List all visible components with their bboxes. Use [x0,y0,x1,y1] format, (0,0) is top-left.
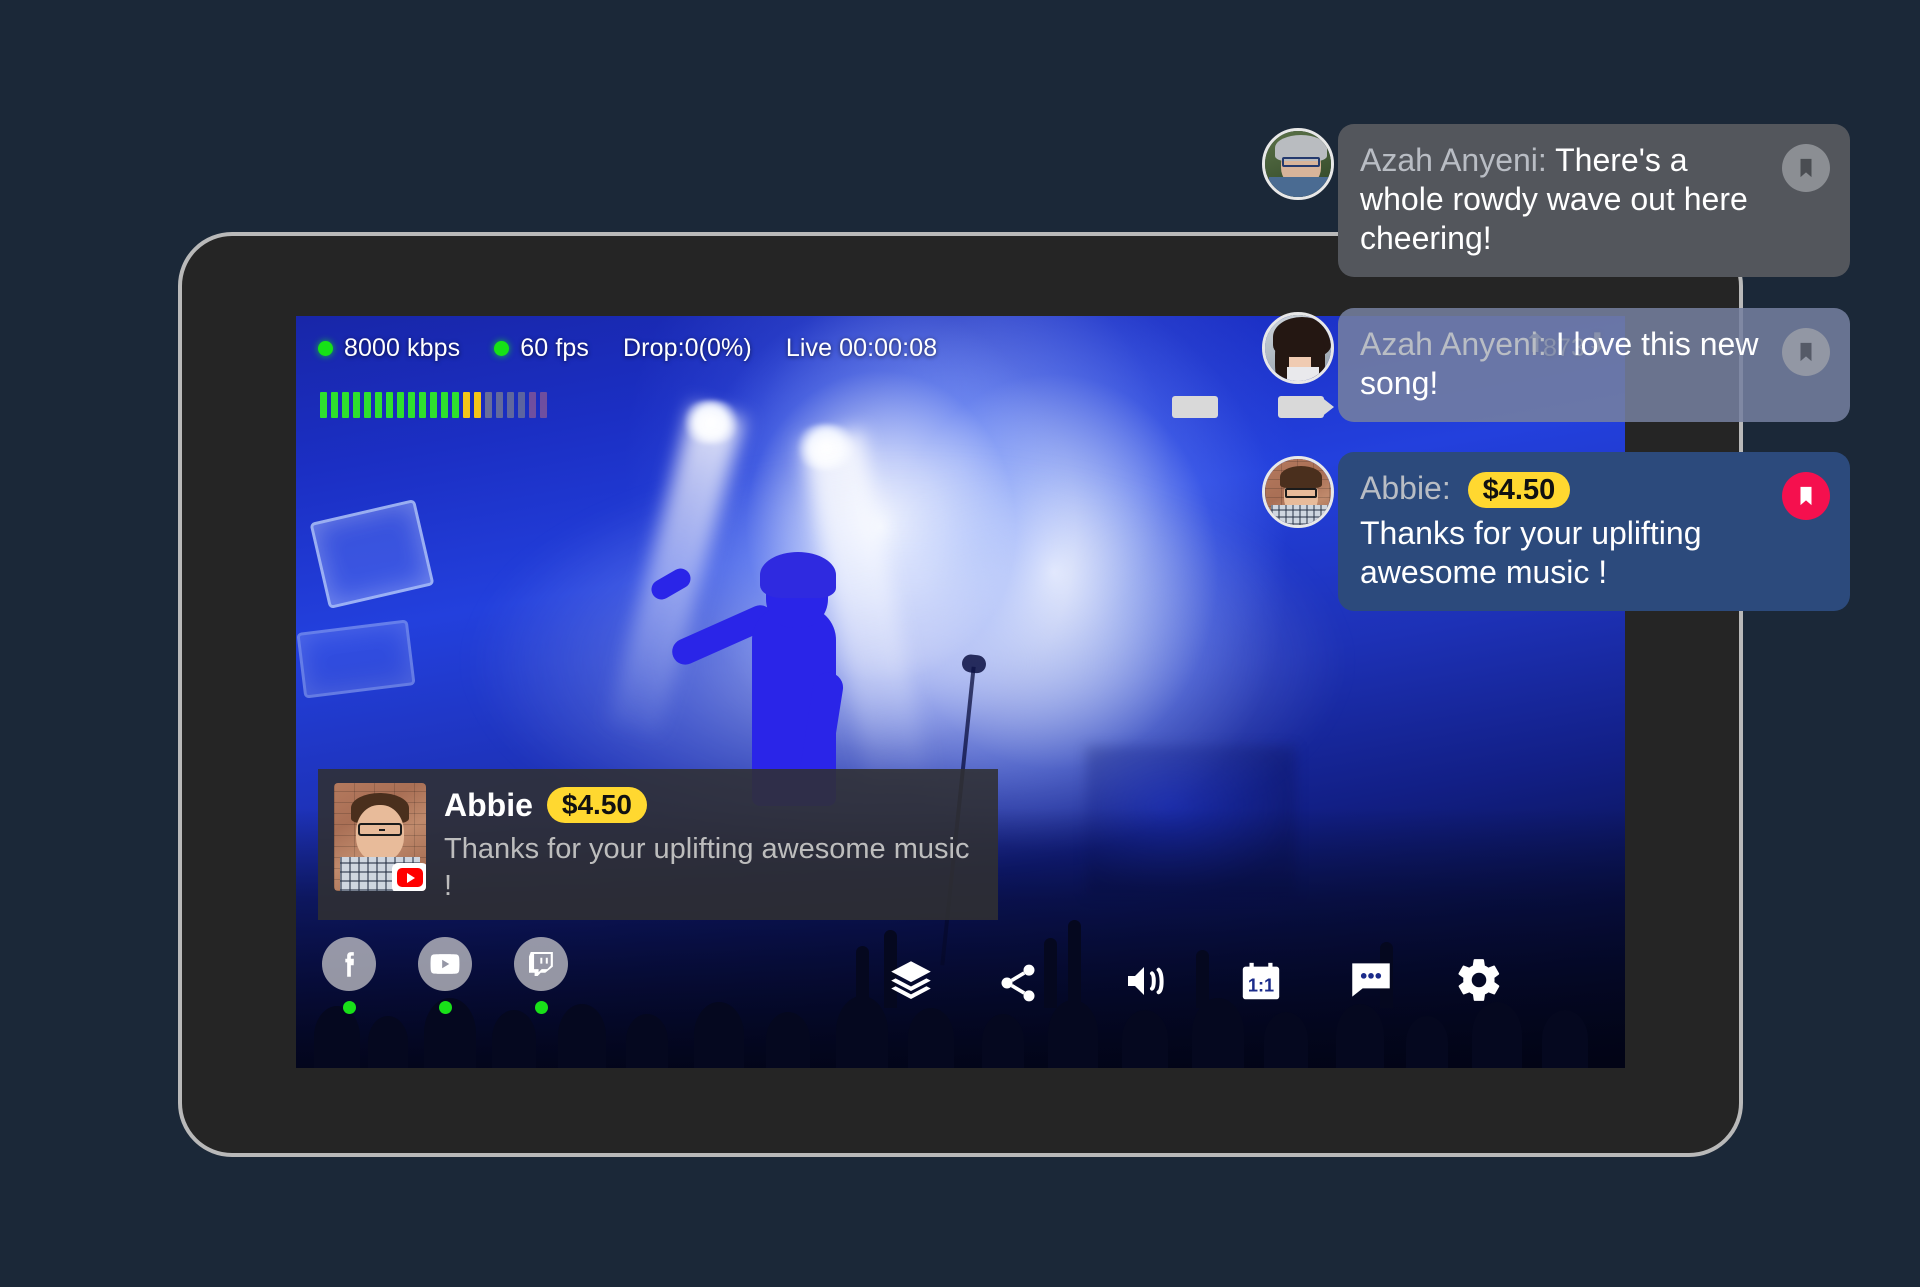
youtube-icon [418,937,472,991]
audio-meter-segment [441,392,448,418]
camera-source-icon[interactable] [1172,396,1218,418]
status-dot-icon [494,340,510,356]
share-icon[interactable] [996,961,1040,1010]
aspect-ratio-icon[interactable]: 1:1 [1238,959,1284,1010]
bottom-toolbar: 1:1 [296,937,1625,1052]
bitrate-stat: 8000 kbps [318,334,460,363]
donation-amount-badge: $4.50 [546,787,647,824]
chat-bubble[interactable]: Abbie: $4.50 Thanks for your uplifting a… [1338,452,1850,612]
audio-level-meter [320,392,547,418]
twitch-icon [514,937,568,991]
audio-meter-segment [529,392,536,418]
glasses-icon [358,822,402,836]
chat-author: Azah Anyeni: [1360,326,1547,362]
status-dot-icon [318,340,333,356]
audio-meter-segment [419,392,426,418]
fps-stat: 60 fps [494,334,589,363]
svg-text:1:1: 1:1 [1248,976,1274,996]
donation-alert-overlay: Abbie $4.50 Thanks for your uplifting aw… [318,768,998,920]
audio-meter-segment [353,392,360,418]
status-dot-icon [342,1001,356,1014]
avatar [1262,128,1334,200]
chat-message-row[interactable]: Abbie: $4.50 Thanks for your uplifting a… [1262,452,1850,612]
chat-text: Azah Anyeni: I love this new song! [1360,325,1772,403]
status-dot-icon [438,1001,452,1014]
audio-meter-segment [408,392,415,418]
audio-meter-segment [518,392,525,418]
chat-message-row[interactable]: Azah Anyeni: There's a whole rowdy wave … [1262,124,1850,278]
chat-author: Abbie: [1360,470,1451,506]
audio-meter-segment [397,392,404,418]
chat-text: Azah Anyeni: There's a whole rowdy wave … [1360,141,1772,258]
facebook-icon [322,937,376,991]
donor-name: Abbie [444,786,533,823]
youtube-icon [392,862,426,891]
fps-value: 60 fps [520,333,589,362]
video-preview[interactable]: 8000 kbps 60 fps Drop:0(0%) Live 00:00:0… [296,316,1625,1068]
avatar [1262,312,1334,384]
audio-meter-segment [364,392,371,418]
audio-meter-segment [452,392,459,418]
audio-meter-segment [540,392,547,418]
donation-message: Thanks for your uplifting awesome music … [444,832,970,903]
donor-avatar [334,782,426,891]
drop-stat: Drop:0(0%) [622,333,752,362]
bitrate-value: 8000 kbps [344,333,461,362]
audio-meter-segment [485,392,492,418]
audio-meter-segment [386,392,393,418]
chat-bubble[interactable]: Azah Anyeni: I love this new song! [1338,308,1850,423]
social-target-twitch[interactable] [514,937,568,1014]
chat-body: Thanks for your uplifting awesome music … [1360,515,1702,591]
audio-meter-segment [463,392,470,418]
audio-meter-segment [342,392,349,418]
avatar [1262,456,1334,528]
audio-meter-segment [331,392,338,418]
audio-meter-segment [507,392,514,418]
live-timer: Live 00:00:08 [785,333,938,362]
audio-meter-segment [430,392,437,418]
status-dot-icon [534,1001,548,1014]
volume-icon[interactable] [1122,957,1170,1010]
chat-message-row[interactable]: Azah Anyeni: I love this new song! [1262,308,1850,423]
gear-icon[interactable] [1454,955,1504,1010]
bookmark-icon[interactable] [1782,144,1830,192]
chat-bubble[interactable]: Azah Anyeni: There's a whole rowdy wave … [1338,124,1850,278]
audio-meter-segment [496,392,503,418]
audio-meter-segment [474,392,481,418]
layers-icon[interactable] [886,955,936,1010]
social-target-youtube[interactable] [418,937,472,1014]
bookmark-filled-icon[interactable] [1782,472,1830,520]
chat-author: Azah Anyeni: [1360,142,1547,178]
chat-bubble-icon[interactable] [1346,955,1396,1010]
chat-header: Abbie: $4.50 [1360,469,1772,508]
stage-prop-box [296,619,416,699]
bookmark-icon[interactable] [1782,328,1830,376]
audio-meter-segment [375,392,382,418]
donation-amount-badge: $4.50 [1467,471,1571,508]
audio-meter-segment [320,392,327,418]
social-target-facebook[interactable] [322,937,376,1014]
